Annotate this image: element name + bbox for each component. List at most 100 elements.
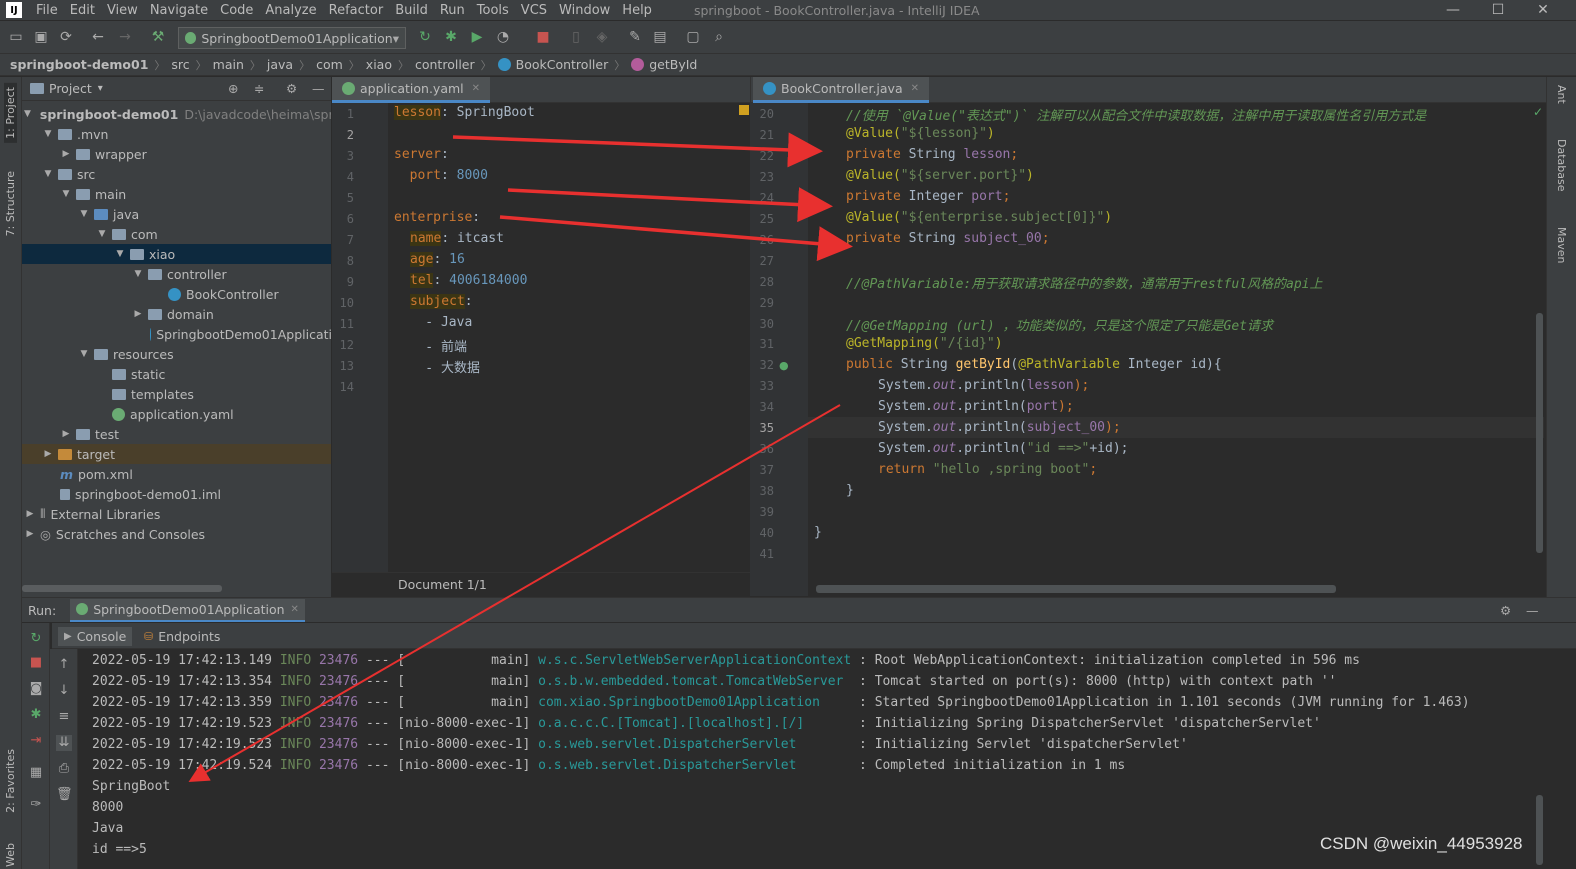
tab-console[interactable]: ▶ Console [58,627,133,646]
menu-run[interactable]: Run [434,3,471,18]
terminal-icon[interactable]: ▢ [685,29,701,45]
breadcrumb-controller[interactable]: controller [415,57,475,72]
chevron-down-icon[interactable]: ▾ [98,83,103,94]
tree-item-xiao[interactable]: ▼ xiao [22,244,331,264]
menu-help[interactable]: Help [616,3,658,18]
breadcrumb-project[interactable]: springboot-demo01 [10,57,148,72]
vertical-scrollbar[interactable] [1536,313,1543,553]
menu-window[interactable]: Window [553,3,616,18]
gear-icon[interactable]: ⚙ [1500,603,1511,618]
tree-item-templates[interactable]: templates [22,384,331,404]
breadcrumb-main[interactable]: main [213,57,244,72]
scroll-to-end-icon[interactable]: ⇊ [56,735,72,751]
menu-build[interactable]: Build [389,3,434,18]
tab-ant[interactable]: Ant [1555,85,1568,104]
tree-item-pom[interactable]: m pom.xml [22,464,331,484]
horizontal-scrollbar[interactable] [22,585,222,592]
menu-edit[interactable]: Edit [64,3,101,18]
tab-maven[interactable]: Maven [1555,227,1568,263]
tree-item-external-libraries[interactable]: ▶ ⦀ External Libraries [22,504,331,524]
layout-icon[interactable]: ▦ [28,765,44,781]
run-gutter-icon[interactable]: ● [779,359,789,372]
rerun-icon[interactable]: ↻ [417,29,433,45]
menu-tools[interactable]: Tools [471,3,515,18]
tree-item-wrapper[interactable]: ▶ wrapper [22,144,331,164]
tree-item-resources[interactable]: ▼ resources [22,344,331,364]
close-button[interactable]: ✕ [1520,0,1566,20]
tab-favorites[interactable]: 2: Favorites [4,749,17,813]
build-hammer-icon[interactable]: ⚒ [150,29,166,45]
search-icon[interactable]: ⌕ [711,29,727,45]
maximize-button[interactable]: ☐ [1475,0,1521,20]
horizontal-scrollbar[interactable] [816,585,1336,593]
tree-item-java[interactable]: ▼ java [22,204,331,224]
down-arrow-icon[interactable]: ↓ [56,683,72,699]
close-icon[interactable]: ✕ [911,83,919,94]
tree-item-main[interactable]: ▼ main [22,184,331,204]
run-coverage-icon[interactable]: ▶ [469,29,485,45]
minimize-button[interactable]: — [1430,0,1476,20]
debug-icon[interactable]: ✱ [443,29,459,45]
tree-item-project-root[interactable]: ▼ springboot-demo01 D:\javadcode\heima\spr… [22,104,331,124]
tree-item-application-yaml[interactable]: application.yaml [22,404,331,424]
locate-icon[interactable]: ⊕ [228,81,238,96]
tree-item-bookcontroller[interactable]: BookController [22,284,331,304]
pin-icon[interactable]: ✑ [28,797,44,813]
rerun-icon[interactable]: ↻ [28,631,44,647]
print-icon[interactable]: ⎙ [56,761,72,777]
warning-marker-icon[interactable] [739,105,749,115]
tree-item-iml[interactable]: springboot-demo01.iml [22,484,331,504]
yaml-editor[interactable]: 1 2 3 4 5 6 7 8 9 10 11 12 13 14 lesson:… [332,103,750,572]
tab-database[interactable]: Database [1555,139,1568,192]
tree-item-application-class[interactable]: SpringbootDemo01Applicati [22,324,331,344]
stop-icon[interactable]: ■ [535,29,551,45]
tree-item-test[interactable]: ▶ test [22,424,331,444]
breadcrumb-com[interactable]: com [316,57,343,72]
breadcrumb-src[interactable]: src [171,57,189,72]
collapse-all-icon[interactable]: ≑ [254,81,264,96]
forward-icon[interactable]: → [117,29,133,45]
open-folder-icon[interactable]: ▭ [8,29,24,45]
camera-icon[interactable]: ◙ [28,681,44,697]
tree-item-static[interactable]: static [22,364,331,384]
menu-vcs[interactable]: VCS [515,3,553,18]
attach-icon[interactable]: ▯ [568,29,584,45]
breadcrumb-bookcontroller[interactable]: BookController [516,57,609,72]
java-editor[interactable]: 20 21 22 23 24 25 26 27 28 29 30 31 32 33 34 35 36 37 38 39… [750,103,1546,596]
hide-icon[interactable]: — [312,81,325,96]
trash-icon[interactable]: 🗑 [56,787,73,803]
hide-icon[interactable]: — [1526,603,1539,618]
soft-wrap-icon[interactable]: ≡ [56,709,72,725]
breadcrumb-java[interactable]: java [267,57,293,72]
tab-web[interactable]: Web [4,843,17,867]
sync-icon[interactable]: ⟳ [58,29,74,45]
menu-navigate[interactable]: Navigate [144,3,214,18]
tab-project[interactable]: 1: Project [4,83,17,143]
tree-item-target[interactable]: ▶ target [22,444,331,464]
vertical-scrollbar[interactable] [1536,795,1543,865]
up-arrow-icon[interactable]: ↑ [56,657,72,673]
settings-wrench-icon[interactable]: ✎ [627,29,643,45]
debug-icon[interactable]: ✱ [28,707,44,723]
tree-item-controller[interactable]: ▼ controller [22,264,331,284]
menu-refactor[interactable]: Refactor [323,3,390,18]
tab-bookcontroller-java[interactable]: BookController.java ✕ [753,77,930,103]
close-icon[interactable]: ✕ [472,83,480,94]
run-tab[interactable]: SpringbootDemo01Application ✕ [70,598,305,622]
back-icon[interactable]: ← [90,29,106,45]
profile-icon[interactable]: ◔ [495,29,511,45]
project-structure-icon[interactable]: ▤ [652,29,668,45]
breadcrumb-xiao[interactable]: xiao [366,57,392,72]
tree-item-scratches[interactable]: ▶ ◎ Scratches and Consoles [22,524,331,544]
menu-file[interactable]: File [30,3,64,18]
close-icon[interactable]: ✕ [291,604,299,615]
stop-icon[interactable]: ■ [28,655,44,671]
tab-structure[interactable]: 7: Structure [4,171,17,236]
run-configuration-select[interactable]: SpringbootDemo01Application ▾ [178,27,406,49]
menu-analyze[interactable]: Analyze [259,3,322,18]
tree-item-mvn[interactable]: ▼ .mvn [22,124,331,144]
gear-icon[interactable]: ⚙ [286,81,297,96]
menu-code[interactable]: Code [214,3,259,18]
save-all-icon[interactable]: ▣ [33,29,49,45]
menu-view[interactable]: View [101,3,144,18]
